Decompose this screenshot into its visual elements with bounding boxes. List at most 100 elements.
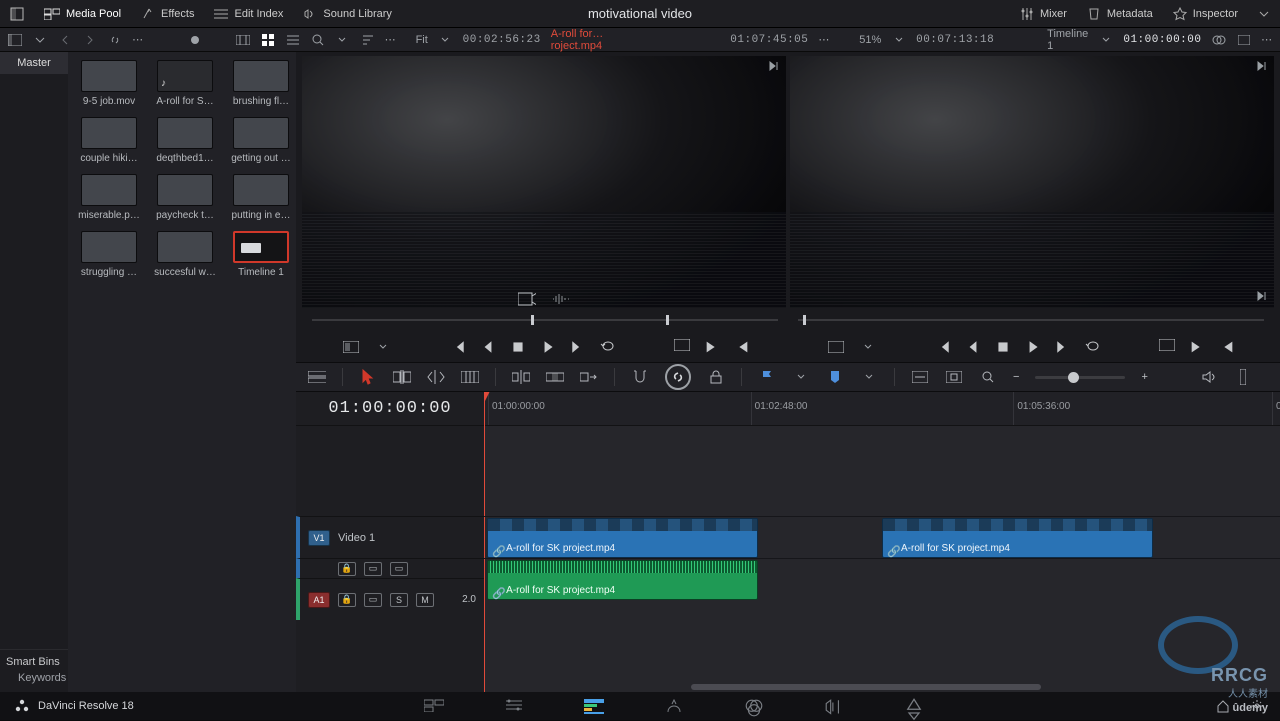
chevron-down-icon[interactable]: [860, 368, 878, 386]
zoom-full-icon[interactable]: [911, 368, 929, 386]
zoom-slider[interactable]: [1035, 376, 1125, 379]
nav-back-icon[interactable]: [58, 31, 73, 49]
insert-icon[interactable]: [512, 368, 530, 386]
step-back-icon[interactable]: [965, 339, 981, 355]
solo-icon[interactable]: S: [390, 593, 408, 607]
ws-inspector[interactable]: Inspector: [1173, 7, 1238, 21]
chevron-down-icon[interactable]: [438, 31, 453, 49]
chevron-down-icon[interactable]: [859, 338, 877, 356]
page-fairlight-icon[interactable]: [824, 698, 844, 714]
media-clip[interactable]: succesful w…: [152, 231, 218, 278]
source-viewer[interactable]: [302, 56, 786, 308]
timeline-clip-video[interactable]: 🔗A-roll for SK project.mp4: [882, 518, 1153, 558]
page-deliver-icon[interactable]: [904, 698, 924, 714]
media-clip[interactable]: paycheck t…: [152, 174, 218, 221]
page-fusion-icon[interactable]: [664, 698, 684, 714]
track-header-v1[interactable]: V1 Video 1: [296, 516, 484, 558]
auto-select-icon[interactable]: ▭: [364, 562, 382, 576]
timeline-clip-audio[interactable]: 🔗A-roll for SK project.mp4: [487, 560, 758, 600]
more-icon[interactable]: ⋯: [132, 33, 143, 46]
src-mode-icon[interactable]: [342, 338, 360, 356]
play-icon[interactable]: [1025, 339, 1041, 355]
expand-icon[interactable]: [1258, 7, 1270, 21]
in-icon[interactable]: [704, 339, 720, 355]
zoom-minus[interactable]: −: [1013, 371, 1019, 383]
ws-edit-index[interactable]: Edit Index: [214, 8, 283, 20]
track-header-a1[interactable]: A1 🔒 ▭ S M 2.0: [296, 578, 484, 620]
ws-effects[interactable]: Effects: [141, 7, 194, 21]
go-first-icon[interactable]: [450, 339, 466, 355]
ws-metadata[interactable]: Metadata: [1087, 7, 1153, 21]
page-color-icon[interactable]: [744, 698, 764, 714]
play-icon[interactable]: [540, 339, 556, 355]
zoom-detail-icon[interactable]: [945, 368, 963, 386]
nav-fwd-icon[interactable]: [82, 31, 97, 49]
match-frame-icon[interactable]: [1159, 339, 1175, 355]
linked-selection-icon[interactable]: [665, 364, 691, 390]
media-clip[interactable]: struggling …: [76, 231, 142, 278]
mute-icon[interactable]: [1200, 368, 1218, 386]
chevron-down-icon[interactable]: [374, 338, 392, 356]
source-jog[interactable]: [312, 319, 778, 321]
home-icon[interactable]: [1214, 697, 1232, 715]
chevron-down-icon[interactable]: [1099, 31, 1114, 49]
view-strip-icon[interactable]: [236, 31, 251, 49]
sidebar-toggle-icon[interactable]: [8, 31, 23, 49]
ws-sound-library[interactable]: Sound Library: [303, 7, 392, 21]
loop-icon[interactable]: [600, 339, 616, 355]
go-last-icon[interactable]: [1055, 339, 1071, 355]
bypass-color-icon[interactable]: [1211, 31, 1226, 49]
stop-icon[interactable]: [510, 339, 526, 355]
overwrite-icon[interactable]: [546, 368, 564, 386]
step-back-icon[interactable]: [480, 339, 496, 355]
more-icon[interactable]: ⋯: [818, 33, 829, 46]
chevron-down-icon[interactable]: [335, 31, 350, 49]
next-clip-icon[interactable]: [1256, 290, 1274, 306]
media-clip[interactable]: getting out …: [228, 117, 294, 164]
lock-icon[interactable]: [707, 368, 725, 386]
ws-mixer[interactable]: Mixer: [1020, 7, 1067, 21]
loop-icon[interactable]: [1085, 339, 1101, 355]
timeline-clip-video[interactable]: 🔗A-roll for SK project.mp4: [487, 518, 758, 558]
more-icon[interactable]: ⋯: [1261, 33, 1272, 46]
out-icon[interactable]: [734, 339, 750, 355]
blade-tool-icon[interactable]: [461, 368, 479, 386]
timeline-jog[interactable]: [798, 319, 1264, 321]
media-clip[interactable]: deqthbed1…: [152, 117, 218, 164]
media-clip[interactable]: miserable.p…: [76, 174, 142, 221]
media-clip[interactable]: putting in e…: [228, 174, 294, 221]
tl-zoom[interactable]: 51%: [859, 34, 881, 46]
sort-icon[interactable]: [360, 31, 375, 49]
media-clip[interactable]: ♪A-roll for S…: [152, 60, 218, 107]
ws-media-pool[interactable]: Media Pool: [44, 8, 121, 20]
trim-tool-icon[interactable]: [393, 368, 411, 386]
selection-tool-icon[interactable]: [359, 368, 377, 386]
stop-icon[interactable]: [995, 339, 1011, 355]
out-icon[interactable]: [1219, 339, 1235, 355]
go-first-icon[interactable]: [935, 339, 951, 355]
page-edit-icon[interactable]: [584, 698, 604, 714]
smart-bins-header[interactable]: Smart Bins: [6, 656, 62, 668]
track-tag-a1[interactable]: A1: [308, 592, 330, 608]
tl-mode-icon[interactable]: [827, 338, 845, 356]
more-icon[interactable]: ⋯: [385, 33, 396, 46]
replace-icon[interactable]: [580, 368, 598, 386]
layout-icon[interactable]: [10, 7, 24, 21]
next-clip-icon[interactable]: [1256, 60, 1274, 76]
timeline-view-icon[interactable]: [308, 368, 326, 386]
dynamic-trim-icon[interactable]: [427, 368, 445, 386]
record-icon[interactable]: [188, 31, 203, 49]
timeline-scrollbar[interactable]: [691, 684, 1041, 690]
audio-only-icon[interactable]: [552, 290, 570, 308]
auto-select-icon[interactable]: ▭: [364, 593, 382, 607]
page-media-icon[interactable]: [424, 698, 444, 714]
timeline-viewer[interactable]: [790, 56, 1274, 308]
bin-master[interactable]: Master: [0, 52, 68, 74]
page-cut-icon[interactable]: [504, 698, 524, 714]
media-clip[interactable]: Timeline 1: [228, 231, 294, 278]
lock-icon[interactable]: 🔒: [338, 562, 356, 576]
media-clip[interactable]: brushing fl…: [228, 60, 294, 107]
go-last-icon[interactable]: [570, 339, 586, 355]
disable-video-icon[interactable]: ▭: [390, 562, 408, 576]
snap-icon[interactable]: [631, 368, 649, 386]
